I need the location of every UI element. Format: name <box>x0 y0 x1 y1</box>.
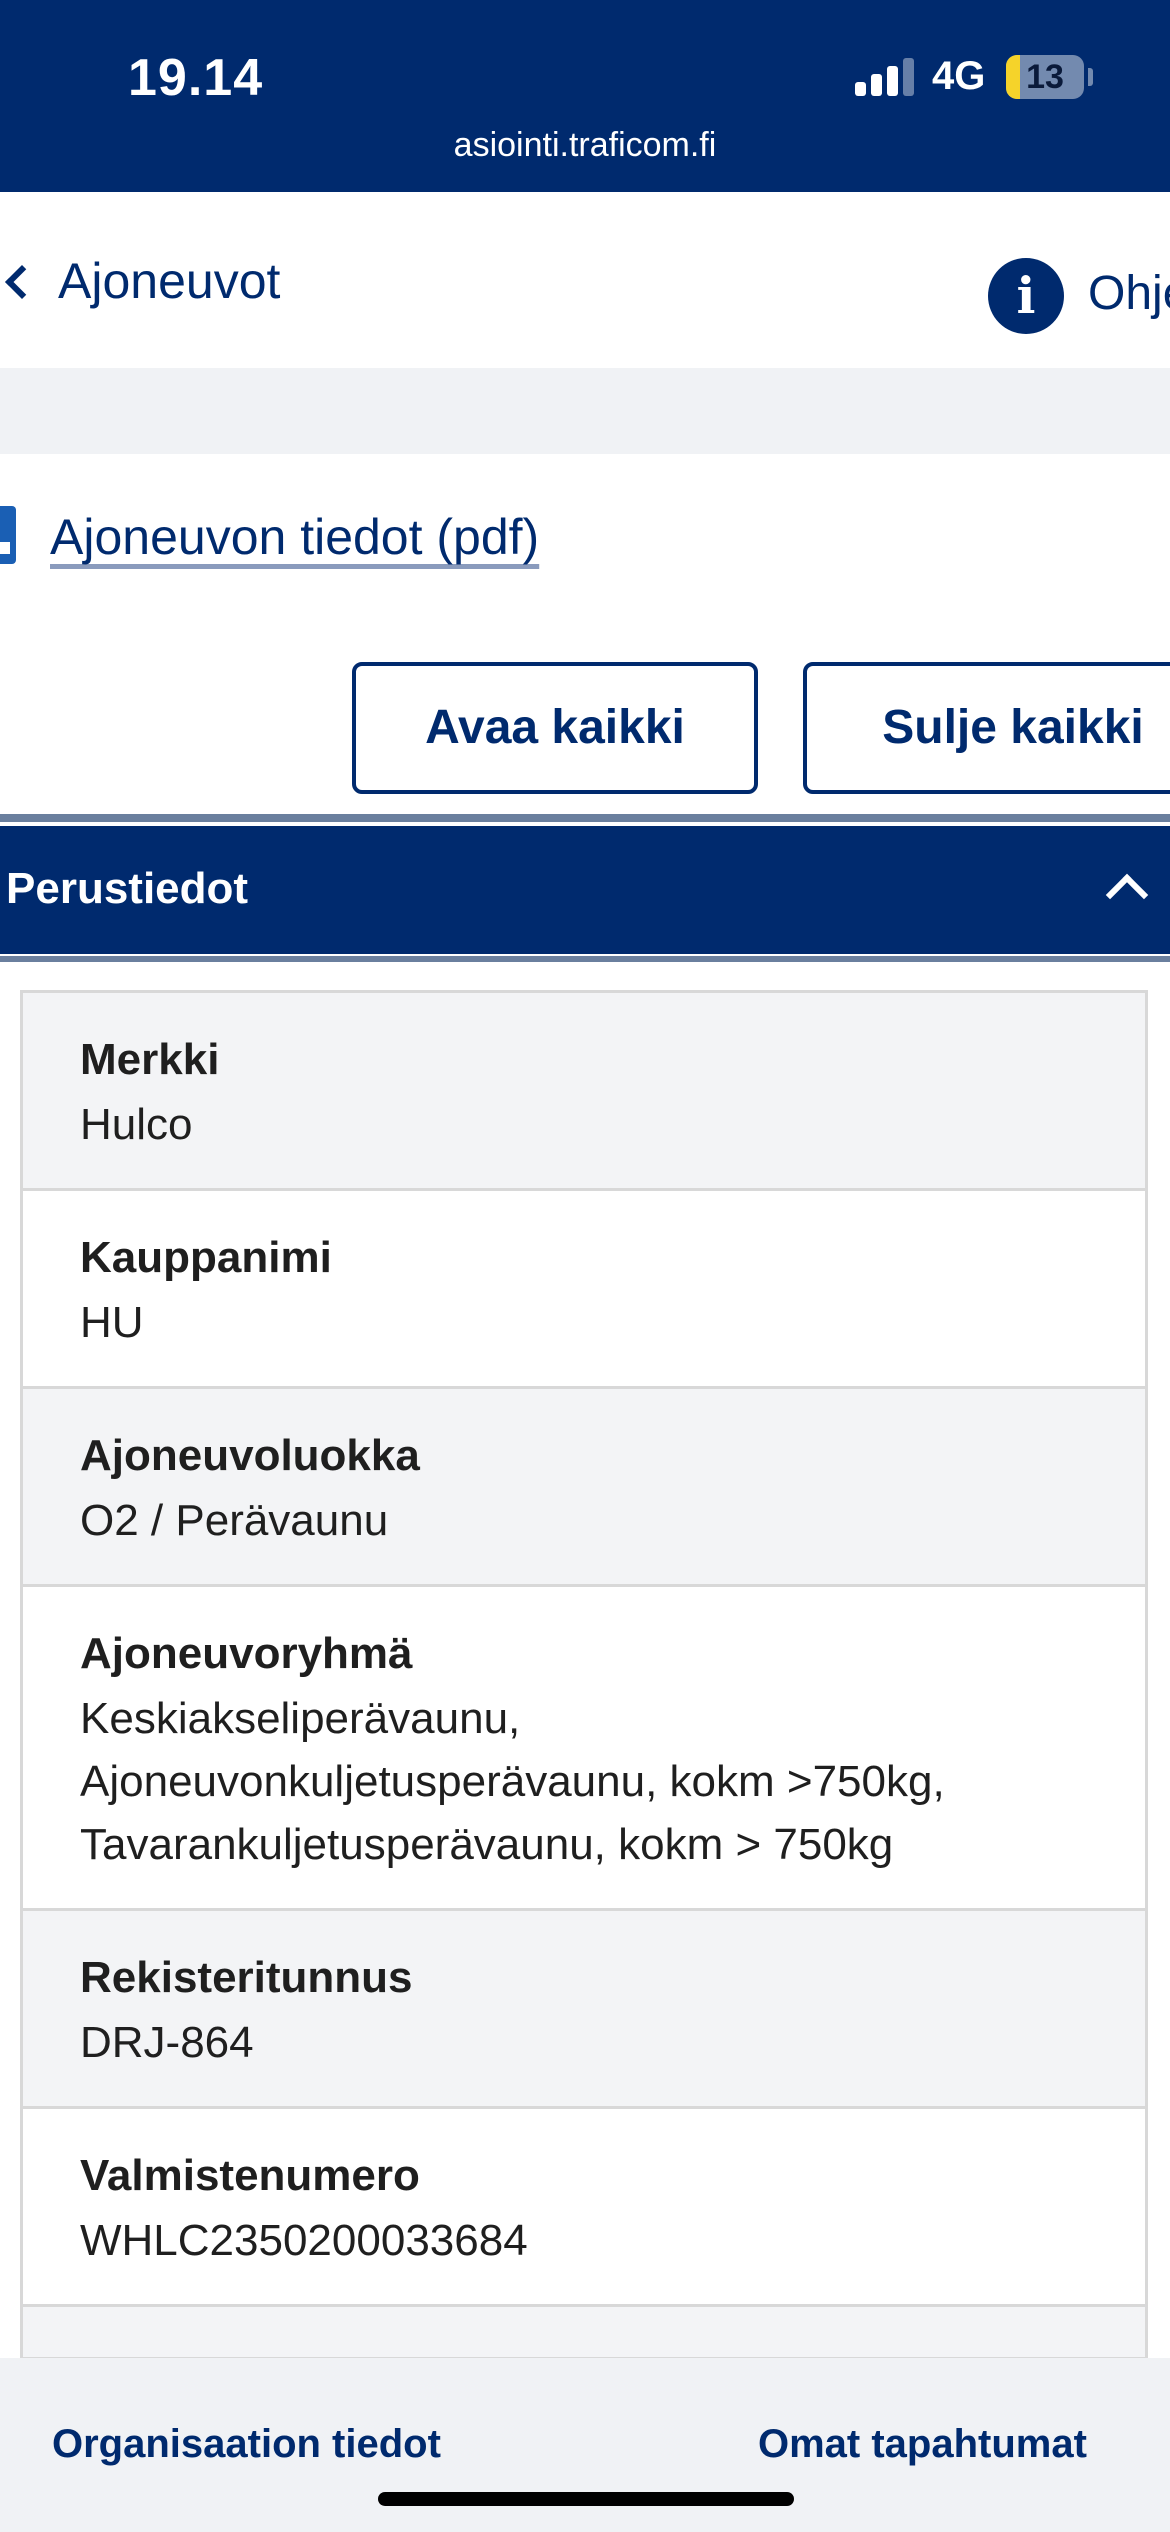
vehicle-info-pdf-link[interactable]: Ajoneuvon tiedot (pdf) <box>50 508 539 566</box>
basic-info-list: Merkki Hulco Kauppanimi HU Ajoneuvoluokk… <box>20 990 1148 2360</box>
field-value: HU <box>80 1298 144 1347</box>
field-value: O2 / Perävaunu <box>80 1496 389 1545</box>
accordion-title: Perustiedot <box>6 864 249 913</box>
field-label: Rekisteritunnus <box>80 1953 413 2002</box>
field-row-trade-name: Kauppanimi HU <box>23 1191 1145 1389</box>
section-divider <box>0 368 1170 454</box>
field-value-line: Tavarankuljetusperävaunu, kokm > 750kg <box>80 1820 894 1869</box>
field-label: Valmistenumero <box>80 2151 420 2200</box>
field-label: Merkki <box>80 1035 220 1084</box>
field-value-line: Ajoneuvonkuljetusperävaunu, kokm >750kg, <box>80 1757 945 1806</box>
field-row-vehicle-group: Ajoneuvoryhmä Keskiakseliperävaunu, Ajon… <box>23 1587 1145 1911</box>
field-label: Ajoneuvoryhmä <box>80 1629 413 1678</box>
close-all-button[interactable]: Sulje kaikki <box>803 662 1170 794</box>
my-events-link[interactable]: Omat tapahtumat <box>758 2422 1087 2467</box>
battery-level: 13 <box>1026 58 1064 96</box>
status-bar: 19.14 4G 13 asiointi.traficom.fi <box>0 0 1170 192</box>
address-url[interactable]: asiointi.traficom.fi <box>0 126 1170 165</box>
pdf-file-icon <box>0 506 16 564</box>
network-type: 4G <box>932 54 986 98</box>
field-row-registration: Rekisteritunnus DRJ-864 <box>23 1911 1145 2109</box>
field-row-make: Merkki Hulco <box>23 993 1145 1191</box>
battery-icon: 13 <box>1006 55 1084 99</box>
field-label: Ajoneuvoluokka <box>80 1431 420 1480</box>
field-row-vehicle-class: Ajoneuvoluokka O2 / Perävaunu <box>23 1389 1145 1587</box>
field-value-line: Keskiakseliperävaunu, <box>80 1694 521 1743</box>
home-indicator[interactable] <box>378 2492 794 2506</box>
help-link[interactable]: Ohje <box>1088 266 1170 321</box>
info-icon[interactable]: i <box>988 258 1064 334</box>
field-value: Hulco <box>80 1100 193 1149</box>
cellular-signal-icon <box>855 58 915 96</box>
open-all-button[interactable]: Avaa kaikki <box>352 662 758 794</box>
accordion-top-border <box>0 814 1170 822</box>
field-value: WHLC2350200033684 <box>80 2216 528 2265</box>
clock: 19.14 <box>128 49 264 107</box>
organisation-info-link[interactable]: Organisaation tiedot <box>52 2422 441 2467</box>
field-row-usage: Käyttö <box>23 2307 1145 2357</box>
back-link[interactable]: Ajoneuvot <box>58 252 280 310</box>
accordion-bottom-border <box>0 956 1170 962</box>
field-label: Kauppanimi <box>80 1233 332 1282</box>
battery-tip <box>1088 68 1093 86</box>
field-row-vin: Valmistenumero WHLC2350200033684 <box>23 2109 1145 2307</box>
field-value: DRJ-864 <box>80 2018 254 2067</box>
